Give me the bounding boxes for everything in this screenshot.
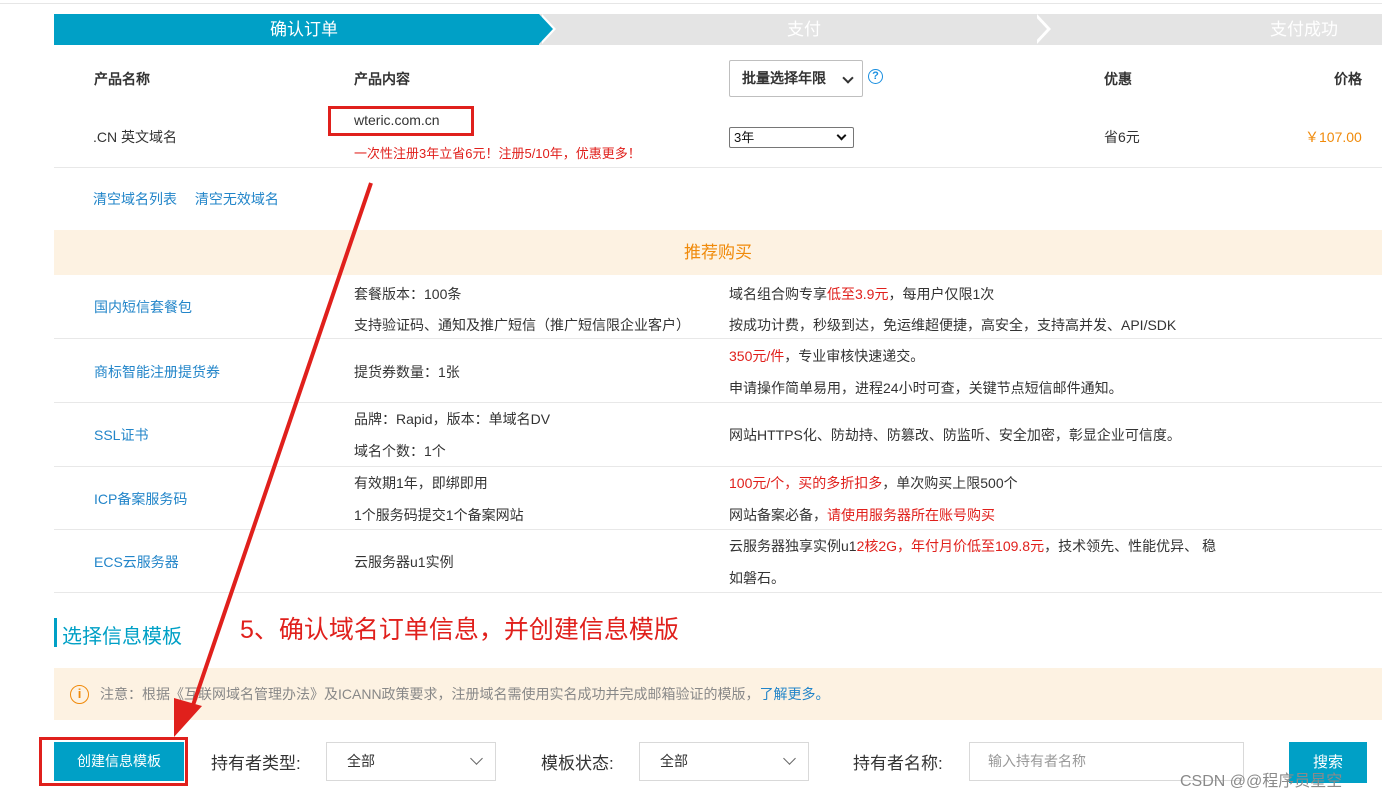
order-steps: 确认订单 支付 支付成功 — [54, 14, 1382, 45]
col-discount: 优惠 — [1104, 71, 1132, 87]
item-desc: 按成功计费，秒级到达，免运维超便捷，高安全，支持高并发、API/SDK — [729, 317, 1177, 333]
step-pay: 支付 — [787, 20, 821, 39]
step-pay-success: 支付成功 — [1270, 20, 1338, 39]
recommend-row: SSL证书 品牌：Rapid，版本：单域名DV 域名个数：1个 网站HTTPS化… — [54, 404, 1382, 467]
item-desc: 350元/件，专业审核快速递交。 — [729, 348, 925, 364]
learn-more-link[interactable]: 了解更多。 — [760, 686, 830, 702]
holder-type-value: 全部 — [347, 753, 375, 769]
step-confirm-order: 确认订单 — [270, 20, 338, 39]
recommend-row: 商标智能注册提货券 提货券数量：1张 350元/件，专业审核快速递交。 申请操作… — [54, 340, 1382, 403]
chevron-down-icon — [842, 72, 854, 84]
section-title-bar — [54, 618, 57, 647]
item-desc: 100元/个，买的多折扣多，单次购买上限500个 — [729, 475, 1018, 491]
watermark: CSDN @@程序员星空 — [1180, 773, 1343, 790]
item-spec: 套餐版本：100条 — [354, 286, 462, 302]
chevron-down-icon — [783, 752, 796, 765]
item-spec: 域名个数：1个 — [354, 443, 446, 459]
recommend-item-icp[interactable]: ICP备案服务码 — [94, 489, 187, 509]
item-spec: 支持验证码、通知及推广短信（推广短信限企业客户） — [354, 317, 690, 333]
holder-name-label: 持有者名称: — [853, 754, 943, 773]
notice-text: 注意：根据《互联网域名管理办法》及ICANN政策要求，注册域名需使用实名成功并完… — [100, 686, 830, 702]
year-select-value: 3年 — [734, 130, 755, 145]
col-product-name: 产品名称 — [94, 71, 150, 87]
clear-links: 清空域名列表 清空无效域名 — [93, 189, 293, 209]
recommend-item-sms[interactable]: 国内短信套餐包 — [94, 297, 192, 317]
recommend-item-ecs[interactable]: ECS云服务器 — [94, 552, 179, 572]
section-title: 选择信息模板 — [62, 626, 182, 648]
recommend-item-ssl[interactable]: SSL证书 — [94, 425, 148, 445]
item-spec: 1个服务码提交1个备案网站 — [354, 507, 524, 523]
product-row: .CN 英文域名 wteric.com.cn 一次性注册3年立省6元！注册5/1… — [54, 106, 1382, 168]
chevron-down-icon — [836, 130, 847, 141]
year-select[interactable]: 3年 — [729, 127, 854, 148]
item-spec: 有效期1年，即绑即用 — [354, 475, 488, 491]
item-desc: 申请操作简单易用，进程24小时可查，关键节点短信邮件通知。 — [729, 380, 1123, 396]
template-status-value: 全部 — [660, 753, 688, 769]
item-spec: 品牌：Rapid，版本：单域名DV — [354, 411, 551, 427]
clear-domain-list-link[interactable]: 清空域名列表 — [93, 191, 177, 207]
recommend-row: ECS云服务器 云服务器u1实例 云服务器独享实例u12核2G，年付月价低至10… — [54, 530, 1382, 593]
help-icon[interactable]: ? — [868, 69, 883, 84]
notice-banner: i 注意：根据《互联网域名管理办法》及ICANN政策要求，注册域名需使用实名成功… — [54, 668, 1382, 720]
top-border — [0, 0, 1382, 4]
recommend-header: 推荐购买 — [54, 230, 1382, 275]
template-status-select[interactable]: 全部 — [639, 742, 809, 781]
batch-year-select-label: 批量选择年限 — [742, 70, 826, 86]
recommend-row: ICP备案服务码 有效期1年，即绑即用 1个服务码提交1个备案网站 100元/个… — [54, 467, 1382, 530]
template-status-label: 模板状态: — [541, 754, 614, 773]
item-desc: 云服务器独享实例u12核2G，年付月价低至109.8元，技术领先、性能优异、 稳 — [729, 538, 1216, 554]
batch-year-select[interactable]: 批量选择年限 — [729, 60, 863, 97]
annotation-text: 5、确认域名订单信息，并创建信息模版 — [240, 616, 679, 644]
price-value: ￥107.00 — [1305, 129, 1362, 145]
product-name: .CN 英文域名 — [93, 129, 177, 145]
holder-type-label: 持有者类型: — [211, 754, 301, 773]
item-spec: 云服务器u1实例 — [354, 554, 454, 570]
discount-value: 省6元 — [1104, 129, 1140, 145]
promo-text: 一次性注册3年立省6元！注册5/10年，优惠更多！ — [354, 146, 641, 161]
domain-name: wteric.com.cn — [354, 112, 440, 128]
product-table-header: 产品名称 产品内容 批量选择年限 ? 优惠 价格 — [54, 52, 1382, 106]
recommend-row: 国内短信套餐包 套餐版本：100条 支持验证码、通知及推广短信（推广短信限企业客… — [54, 276, 1382, 339]
item-desc: 网站HTTPS化、防劫持、防篡改、防监听、安全加密，彰显企业可信度。 — [729, 427, 1181, 443]
recommend-item-trademark[interactable]: 商标智能注册提货券 — [94, 362, 220, 382]
col-price: 价格 — [1334, 71, 1362, 87]
info-icon: i — [70, 685, 89, 704]
item-desc: 网站备案必备，请使用服务器所在账号购买 — [729, 507, 995, 523]
chevron-down-icon — [470, 752, 483, 765]
holder-type-select[interactable]: 全部 — [326, 742, 496, 781]
create-template-button[interactable]: 创建信息模板 — [54, 742, 184, 781]
clear-invalid-domains-link[interactable]: 清空无效域名 — [195, 191, 279, 207]
item-spec: 提货券数量：1张 — [354, 364, 460, 380]
item-desc: 如磐石。 — [729, 570, 785, 586]
item-desc: 域名组合购专享低至3.9元，每用户仅限1次 — [729, 286, 995, 302]
col-product-content: 产品内容 — [354, 71, 410, 87]
